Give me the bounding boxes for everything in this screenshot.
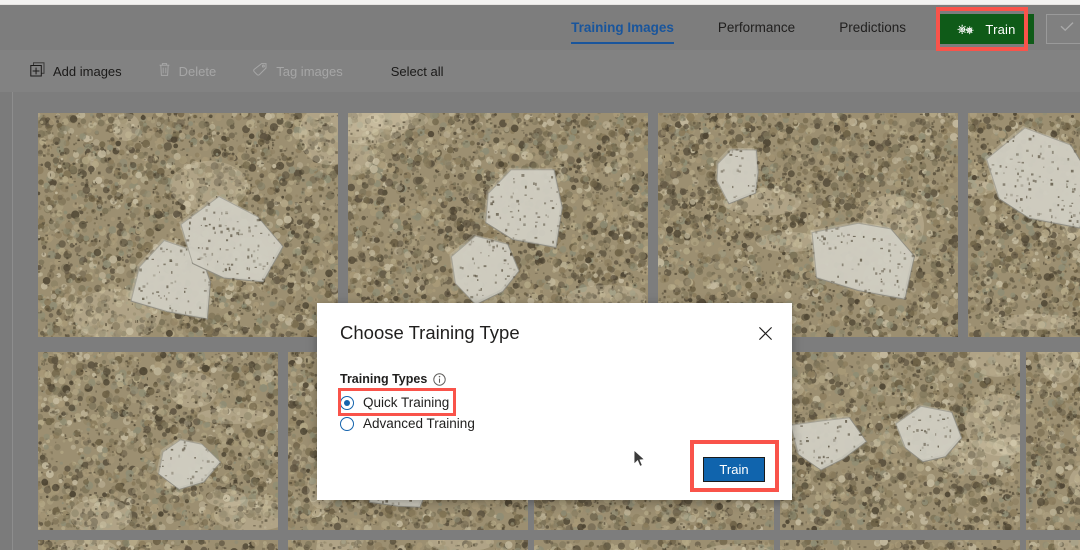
select-all-label: Select all <box>391 64 444 79</box>
image-thumbnail[interactable] <box>38 113 338 337</box>
checkmark-icon <box>1059 20 1075 38</box>
trash-icon <box>158 62 171 80</box>
radio-quick-training[interactable]: Quick Training <box>340 395 449 410</box>
add-images-label: Add images <box>53 64 122 79</box>
tab-training-images-label: Training Images <box>571 20 674 35</box>
image-thumbnail[interactable] <box>1026 540 1080 550</box>
image-thumbnail[interactable] <box>1026 352 1080 530</box>
dialog-train-button-label: Train <box>719 462 748 477</box>
close-icon[interactable] <box>752 320 778 346</box>
dialog-title: Choose Training Type <box>340 322 520 344</box>
toolbar-items: Add images Delete Tag images Select all <box>30 50 479 92</box>
radio-advanced-training[interactable]: Advanced Training <box>340 416 475 431</box>
image-thumbnail[interactable] <box>780 352 1020 530</box>
image-thumbnail[interactable] <box>38 352 278 530</box>
select-all-button[interactable]: Select all <box>391 64 444 79</box>
tab-training-images[interactable]: Training Images <box>549 5 696 50</box>
app-header: Training Images Performance Predictions <box>0 5 1080 50</box>
info-icon[interactable] <box>433 373 446 386</box>
tab-predictions[interactable]: Predictions <box>817 5 928 50</box>
tab-active-indicator <box>571 42 674 45</box>
training-types-label: Training Types <box>340 372 446 386</box>
delete-label: Delete <box>179 64 217 79</box>
radio-advanced-training-label: Advanced Training <box>363 416 475 431</box>
image-thumbnail[interactable] <box>38 540 278 550</box>
tab-predictions-label: Predictions <box>839 20 906 35</box>
train-button-label: Train <box>985 22 1015 37</box>
confirm-button[interactable] <box>1046 14 1080 44</box>
add-image-icon <box>30 62 45 80</box>
choose-training-type-dialog: Choose Training Type Training Types Quic… <box>317 303 792 500</box>
training-types-label-text: Training Types <box>340 372 427 386</box>
gears-icon <box>956 22 976 37</box>
tab-bar: Training Images Performance Predictions <box>549 5 928 50</box>
image-thumbnail[interactable] <box>288 540 528 550</box>
image-thumbnail[interactable] <box>534 540 774 550</box>
app-window: Training Images Performance Predictions <box>0 0 1080 550</box>
add-images-button[interactable]: Add images <box>30 62 122 80</box>
radio-quick-training-indicator <box>340 396 354 410</box>
radio-advanced-training-indicator <box>340 417 354 431</box>
tag-icon <box>252 62 268 80</box>
tag-images-button[interactable]: Tag images <box>252 62 342 80</box>
tag-images-label: Tag images <box>276 64 342 79</box>
image-thumbnail[interactable] <box>780 540 1020 550</box>
command-toolbar: Add images Delete Tag images Select all <box>0 50 1080 92</box>
image-thumbnail[interactable] <box>968 113 1080 337</box>
mouse-cursor <box>633 449 646 473</box>
radio-quick-training-label: Quick Training <box>363 395 449 410</box>
tab-performance[interactable]: Performance <box>696 5 817 50</box>
train-button[interactable]: Train <box>938 14 1034 44</box>
dialog-train-button[interactable]: Train <box>703 457 765 482</box>
delete-button[interactable]: Delete <box>158 62 217 80</box>
tab-performance-label: Performance <box>718 20 795 35</box>
